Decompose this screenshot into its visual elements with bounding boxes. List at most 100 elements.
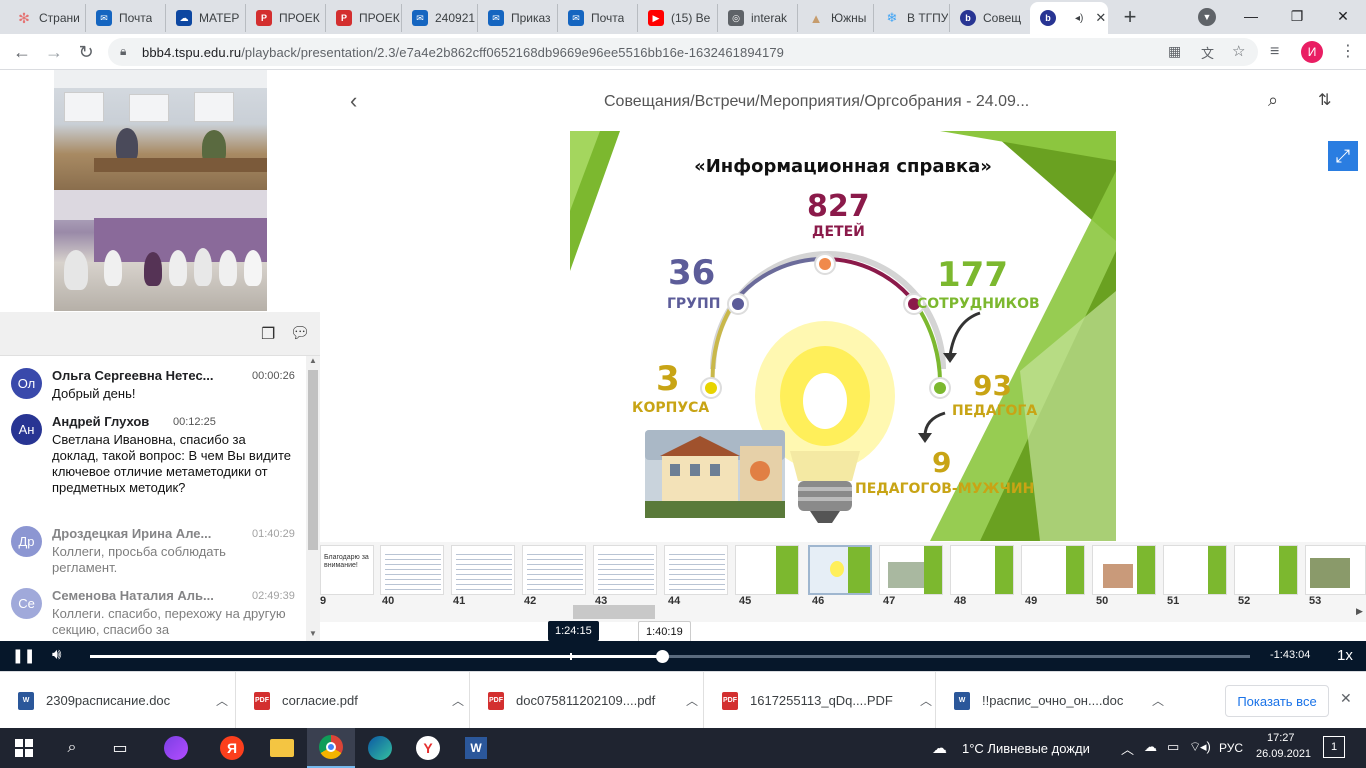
slide-thumbnail[interactable]: [950, 545, 1014, 595]
tab-9[interactable]: ▶ (15) Ве: [638, 4, 718, 32]
tab-7[interactable]: ✉ Приказ: [478, 4, 558, 32]
pause-icon[interactable]: ❚❚: [12, 647, 35, 664]
slide-thumbnail[interactable]: [1234, 545, 1298, 595]
speaker-tray-icon[interactable]: ◂): [1200, 739, 1211, 755]
close-window-button[interactable]: ✕: [1320, 0, 1366, 32]
slide-thumbnail[interactable]: [1092, 545, 1156, 595]
download-item[interactable]: PDF doc075811202109....pdf ︿: [470, 672, 704, 729]
minimize-button[interactable]: —: [1228, 0, 1274, 32]
webcam-video-1[interactable]: [54, 70, 267, 190]
thumbnail-scrollbar-thumb[interactable]: [573, 605, 655, 619]
globe-icon: ◎: [728, 10, 744, 26]
slide-thumbnail[interactable]: [1021, 545, 1085, 595]
tab-2[interactable]: ✉ Почта: [86, 4, 166, 32]
chevron-up-icon[interactable]: ︿: [686, 692, 698, 709]
battery-icon[interactable]: ▭: [1167, 739, 1179, 755]
slide-thumbnail[interactable]: [1163, 545, 1227, 595]
close-downloads-icon[interactable]: ✕: [1340, 690, 1352, 707]
slide-thumbnail[interactable]: [451, 545, 515, 595]
download-item[interactable]: PDF 1617255113_qDq....PDF ︿: [704, 672, 936, 729]
slide-thumbnail[interactable]: [522, 545, 586, 595]
tab-8[interactable]: ✉ Почта: [558, 4, 638, 32]
yandex-icon[interactable]: Y: [404, 728, 452, 768]
search-icon[interactable]: ⌕: [1268, 90, 1278, 111]
tab-5[interactable]: P ПРОЕК: [326, 4, 402, 32]
restore-button[interactable]: ❐: [1274, 0, 1320, 32]
show-all-downloads-button[interactable]: Показать все: [1225, 685, 1329, 717]
tab-13[interactable]: b Совещ: [950, 4, 1028, 32]
fullscreen-button[interactable]: ⤢: [1328, 141, 1358, 171]
download-item[interactable]: PDF согласие.pdf ︿: [236, 672, 470, 729]
speaker-icon: ◂): [1075, 12, 1084, 24]
download-item[interactable]: W !!распис_очно_он....doc ︿: [936, 672, 1168, 729]
thumbnail-scrollbar[interactable]: ▶: [320, 605, 1366, 619]
bookmark-star-icon[interactable]: ☆: [1232, 42, 1245, 60]
webcam-video-2[interactable]: [54, 190, 267, 311]
slide-thumbnail[interactable]: [735, 545, 799, 595]
slide-thumbnail[interactable]: [1305, 545, 1366, 595]
reading-list-icon[interactable]: ≡: [1270, 43, 1279, 61]
clock-date[interactable]: 26.09.2021: [1256, 748, 1311, 760]
chrome-taskbar-icon[interactable]: [307, 728, 355, 768]
file-explorer-icon[interactable]: [258, 728, 306, 768]
weather-icon[interactable]: ☁︎: [932, 739, 947, 757]
tray-chevron-icon[interactable]: ︿: [1121, 739, 1134, 758]
weather-text[interactable]: 1°C Ливневые дожди: [962, 741, 1090, 756]
start-button[interactable]: [0, 728, 48, 768]
task-view-icon[interactable]: ▭: [96, 728, 144, 768]
tab-active[interactable]: b ◂) ✕: [1030, 2, 1108, 34]
yandex-browser-icon[interactable]: Я: [208, 728, 256, 768]
address-bar[interactable]: 🔒︎ bbb4.tspu.edu.ru/playback/presentatio…: [108, 38, 1258, 66]
notification-center-icon[interactable]: 1: [1323, 736, 1345, 758]
forward-button[interactable]: →: [40, 38, 68, 66]
tab-1[interactable]: ✻ Страни: [6, 4, 86, 32]
chat-time[interactable]: 01:40:29: [252, 528, 295, 540]
close-tab-icon[interactable]: ✕: [1095, 10, 1106, 26]
slide: «Информационная справка» 827 ДЕТЕЙ 36 ГР…: [570, 131, 1116, 541]
new-tab-button[interactable]: +: [1118, 4, 1142, 30]
slide-thumbnail[interactable]: [879, 545, 943, 595]
chat-time[interactable]: 00:00:26: [252, 370, 295, 382]
qr-icon[interactable]: ▦: [1168, 43, 1181, 60]
language-indicator[interactable]: РУС: [1219, 741, 1243, 755]
slide-thumbnail[interactable]: [593, 545, 657, 595]
chevron-up-icon[interactable]: ︿: [920, 692, 932, 709]
playback-speed-button[interactable]: 1x: [1337, 647, 1353, 664]
menu-kebab-icon[interactable]: ⋮: [1340, 41, 1356, 61]
back-button[interactable]: ←: [8, 38, 36, 66]
chevron-up-icon[interactable]: ︿: [452, 692, 464, 709]
chat-bubbles-icon[interactable]: 💬︎: [290, 323, 310, 343]
slide-thumbnail-current[interactable]: [808, 545, 872, 595]
swap-icon[interactable]: ⇅: [1318, 90, 1331, 110]
reload-button[interactable]: ↻: [72, 38, 100, 66]
tab-6[interactable]: ✉ 240921: [402, 4, 478, 32]
tab-3[interactable]: ☁ МАТЕР: [166, 4, 246, 32]
volume-icon[interactable]: 🔊︎: [52, 646, 61, 663]
seek-handle[interactable]: [656, 650, 669, 663]
download-item[interactable]: W 2309расписание.doc ︿: [0, 672, 236, 729]
chat-scrollbar-thumb[interactable]: [308, 370, 318, 550]
slide-thumbnail[interactable]: [664, 545, 728, 595]
chat-time[interactable]: 00:12:25: [173, 416, 216, 428]
back-chevron-icon[interactable]: ‹: [350, 88, 357, 114]
edge-icon[interactable]: [356, 728, 404, 768]
tab-12[interactable]: ❄ В ТГПУ: [874, 4, 950, 32]
notes-icon[interactable]: ❐: [261, 324, 275, 344]
slide-thumbnail[interactable]: Благодарю за внимание!: [320, 545, 374, 595]
chevron-up-icon[interactable]: ︿: [1152, 692, 1164, 709]
alice-icon[interactable]: [152, 728, 200, 768]
translate-icon[interactable]: 文: [1201, 43, 1214, 62]
chevron-up-icon[interactable]: ︿: [216, 692, 228, 709]
tab-search-icon[interactable]: ▼: [1198, 8, 1216, 26]
chat-scrollbar[interactable]: ▲ ▼: [306, 356, 320, 641]
slide-thumbnail[interactable]: [380, 545, 444, 595]
onedrive-icon[interactable]: ☁: [1144, 739, 1157, 755]
chat-time[interactable]: 02:49:39: [252, 590, 295, 602]
tab-11[interactable]: ▲ Южны: [798, 4, 874, 32]
tab-4[interactable]: P ПРОЕК: [246, 4, 326, 32]
clock-time[interactable]: 17:27: [1267, 732, 1295, 744]
word-taskbar-icon[interactable]: W: [452, 728, 500, 768]
profile-avatar[interactable]: И: [1301, 41, 1323, 63]
tab-10[interactable]: ◎ interak: [718, 4, 798, 32]
search-taskbar-icon[interactable]: ⌕: [48, 728, 96, 768]
